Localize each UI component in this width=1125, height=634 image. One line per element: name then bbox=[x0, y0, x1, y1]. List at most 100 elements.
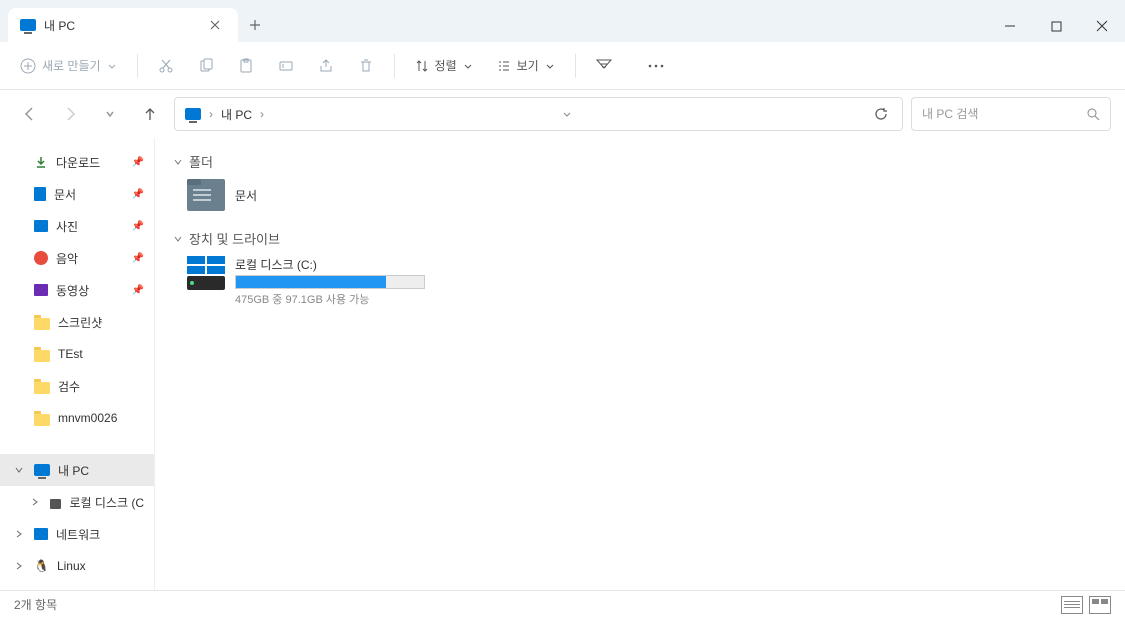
section-title: 장치 및 드라이브 bbox=[189, 229, 280, 248]
search-box[interactable] bbox=[911, 97, 1111, 131]
titlebar: 내 PC bbox=[0, 0, 1125, 42]
recent-locations-button[interactable] bbox=[94, 98, 126, 130]
navbar: › 내 PC › bbox=[0, 90, 1125, 138]
folder-name: 문서 bbox=[235, 187, 257, 204]
delete-button[interactable] bbox=[348, 48, 384, 84]
breadcrumb-separator[interactable]: › bbox=[260, 107, 264, 121]
tab-my-pc[interactable]: 내 PC bbox=[8, 8, 238, 42]
sidebar-item-downloads[interactable]: 다운로드 📌 bbox=[0, 146, 154, 178]
chevron-down-icon bbox=[173, 234, 183, 244]
chevron-down-icon bbox=[173, 157, 183, 167]
filter-button[interactable] bbox=[586, 48, 622, 84]
chevron-right-icon[interactable] bbox=[14, 529, 24, 539]
separator bbox=[137, 54, 138, 78]
sidebar-item-music[interactable]: 음악 📌 bbox=[0, 242, 154, 274]
pin-icon: 📌 bbox=[132, 221, 144, 232]
up-button[interactable] bbox=[134, 98, 166, 130]
sidebar-item-label: 로컬 디스크 (C bbox=[69, 494, 144, 511]
search-input[interactable] bbox=[922, 107, 1086, 121]
sidebar-item-label: mnvm0026 bbox=[58, 411, 117, 425]
pin-icon: 📌 bbox=[132, 253, 144, 264]
new-tab-button[interactable] bbox=[238, 8, 272, 42]
more-button[interactable] bbox=[638, 48, 674, 84]
sidebar-item-documents[interactable]: 문서 📌 bbox=[0, 178, 154, 210]
forward-button[interactable] bbox=[54, 98, 86, 130]
content: 다운로드 📌 문서 📌 사진 📌 음악 📌 동영상 📌 스크린샷 bbox=[0, 138, 1125, 590]
address-bar[interactable]: › 내 PC › bbox=[174, 97, 903, 131]
new-label: 새로 만들기 bbox=[42, 57, 101, 74]
tab-close-button[interactable] bbox=[204, 18, 226, 32]
refresh-button[interactable] bbox=[870, 103, 892, 125]
sidebar-item-mnvm0026[interactable]: mnvm0026 bbox=[0, 402, 154, 434]
pc-icon bbox=[185, 108, 201, 120]
share-button[interactable] bbox=[308, 48, 344, 84]
breadcrumb-separator: › bbox=[209, 107, 213, 121]
sidebar-item-test[interactable]: TEst bbox=[0, 338, 154, 370]
pin-icon: 📌 bbox=[132, 285, 144, 296]
sidebar-item-linux[interactable]: 🐧 Linux bbox=[0, 550, 154, 582]
sidebar: 다운로드 📌 문서 📌 사진 📌 음악 📌 동영상 📌 스크린샷 bbox=[0, 138, 155, 590]
separator bbox=[575, 54, 576, 78]
minimize-button[interactable] bbox=[987, 10, 1033, 42]
sidebar-item-label: 네트워크 bbox=[56, 526, 100, 543]
pictures-icon bbox=[34, 220, 48, 232]
sidebar-item-label: 동영상 bbox=[56, 282, 89, 299]
main-pane: 폴더 문서 장치 및 드라이브 로컬 디스크 (C:) 475GB 중 97.1… bbox=[155, 138, 1125, 590]
toolbar: 새로 만들기 정렬 보기 bbox=[0, 42, 1125, 90]
sidebar-item-label: TEst bbox=[58, 347, 83, 361]
sidebar-item-label: 스크린샷 bbox=[58, 314, 102, 331]
chevron-down-icon[interactable] bbox=[14, 465, 24, 475]
icons-view-button[interactable] bbox=[1089, 596, 1111, 614]
video-icon bbox=[34, 284, 48, 296]
pin-icon: 📌 bbox=[132, 189, 144, 200]
drive-space-info: 475GB 중 97.1GB 사용 가능 bbox=[235, 291, 435, 307]
maximize-button[interactable] bbox=[1033, 10, 1079, 42]
music-icon bbox=[34, 251, 48, 265]
folder-item-documents[interactable]: 문서 bbox=[187, 179, 1107, 211]
pc-icon bbox=[34, 464, 50, 476]
folder-icon bbox=[34, 382, 50, 394]
folder-icon bbox=[34, 318, 50, 330]
sidebar-item-label: 사진 bbox=[56, 218, 78, 235]
linux-icon: 🐧 bbox=[34, 559, 49, 573]
download-icon bbox=[34, 155, 48, 169]
address-dropdown[interactable] bbox=[562, 109, 572, 119]
drive-item-c[interactable]: 로컬 디스크 (C:) 475GB 중 97.1GB 사용 가능 bbox=[187, 256, 1107, 307]
new-button[interactable]: 새로 만들기 bbox=[10, 51, 127, 80]
sidebar-item-my-pc[interactable]: 내 PC bbox=[0, 454, 154, 486]
section-devices-header[interactable]: 장치 및 드라이브 bbox=[173, 229, 1107, 248]
documents-folder-icon bbox=[187, 179, 225, 211]
folder-icon bbox=[34, 414, 50, 426]
back-button[interactable] bbox=[14, 98, 46, 130]
sort-button[interactable]: 정렬 bbox=[405, 51, 483, 80]
details-view-button[interactable] bbox=[1061, 596, 1083, 614]
pc-icon bbox=[20, 19, 36, 31]
sort-label: 정렬 bbox=[435, 57, 457, 74]
sidebar-item-label: 문서 bbox=[54, 186, 76, 203]
paste-button[interactable] bbox=[228, 48, 264, 84]
search-icon bbox=[1086, 107, 1100, 121]
statusbar: 2개 항목 bbox=[0, 590, 1125, 618]
sidebar-item-screenshots[interactable]: 스크린샷 bbox=[0, 306, 154, 338]
sidebar-item-videos[interactable]: 동영상 📌 bbox=[0, 274, 154, 306]
document-icon bbox=[34, 187, 46, 201]
sidebar-item-local-disk[interactable]: 로컬 디스크 (C bbox=[0, 486, 154, 518]
chevron-right-icon[interactable] bbox=[14, 561, 24, 571]
cut-button[interactable] bbox=[148, 48, 184, 84]
window-controls bbox=[987, 10, 1125, 42]
section-folders-header[interactable]: 폴더 bbox=[173, 152, 1107, 171]
sidebar-item-label: 검수 bbox=[58, 378, 80, 395]
drive-icon bbox=[187, 256, 225, 307]
rename-button[interactable] bbox=[268, 48, 304, 84]
status-text: 2개 항목 bbox=[14, 596, 57, 613]
address-location[interactable]: 내 PC bbox=[221, 106, 252, 123]
copy-button[interactable] bbox=[188, 48, 224, 84]
separator bbox=[394, 54, 395, 78]
section-title: 폴더 bbox=[189, 152, 213, 171]
sidebar-item-review[interactable]: 검수 bbox=[0, 370, 154, 402]
sidebar-item-pictures[interactable]: 사진 📌 bbox=[0, 210, 154, 242]
view-button[interactable]: 보기 bbox=[487, 51, 565, 80]
sidebar-item-network[interactable]: 네트워크 bbox=[0, 518, 154, 550]
chevron-right-icon[interactable] bbox=[30, 497, 40, 507]
close-window-button[interactable] bbox=[1079, 10, 1125, 42]
